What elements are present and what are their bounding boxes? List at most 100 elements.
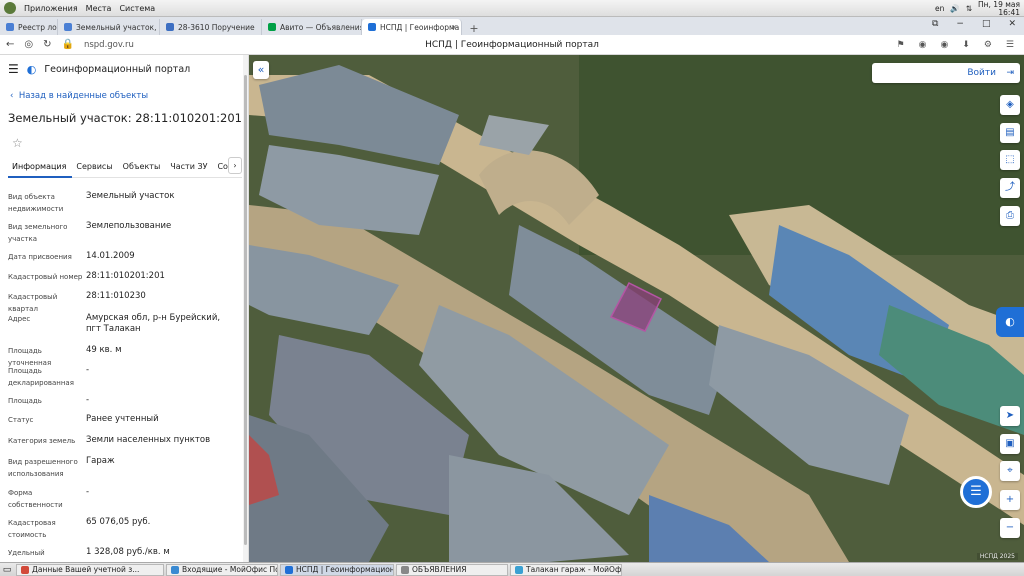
- favorite-star-icon[interactable]: ☆: [12, 136, 23, 150]
- assistant-button[interactable]: ◐: [996, 307, 1024, 337]
- network-icon[interactable]: ⇅: [966, 4, 972, 13]
- taskbar-item[interactable]: Талакан гараж - МойОфис: [510, 563, 622, 576]
- locate-button[interactable]: ➤: [1000, 406, 1020, 426]
- browser-tab-bar: Реестр лотов Земельный участок, п 28-361…: [0, 17, 1024, 35]
- tab-parts[interactable]: Части ЗУ: [166, 161, 213, 178]
- extension-icon[interactable]: ◉: [919, 40, 927, 50]
- new-tab-button[interactable]: +: [466, 22, 482, 35]
- select-area-button[interactable]: ⬚: [1000, 150, 1020, 170]
- taskbar-item[interactable]: ОБЪЯВЛЕНИЯ: [396, 563, 508, 576]
- tab-poruchenie[interactable]: 28-3610 Поручение: [160, 19, 262, 35]
- property-value: 14.01.2009: [86, 251, 135, 261]
- extensions-icon[interactable]: ⚙: [984, 40, 992, 50]
- assistant-icon: ◐: [1005, 315, 1015, 328]
- maximize-icon[interactable]: □: [982, 19, 991, 29]
- shield-icon[interactable]: ◎: [24, 39, 33, 50]
- clock[interactable]: Пн, 19 мая 16:41: [978, 0, 1020, 17]
- download-icon[interactable]: ⬇: [962, 40, 970, 50]
- search-list-fab[interactable]: ☰: [960, 476, 992, 508]
- tab-favicon: [166, 23, 174, 31]
- property-value: 49 кв. м: [86, 345, 122, 355]
- tab-zemelny[interactable]: Земельный участок, п: [58, 19, 160, 35]
- tab-avito[interactable]: Авито — Объявления: [262, 19, 362, 35]
- geo-button[interactable]: ⌖: [1000, 461, 1020, 481]
- property-value: Земельный участок: [86, 191, 175, 201]
- tab-reestr[interactable]: Реестр лотов: [0, 19, 58, 35]
- print-icon: ⎙: [1006, 210, 1014, 221]
- url-text[interactable]: nspd.gov.ru: [84, 40, 134, 50]
- tab-label: Земельный участок, п: [76, 22, 160, 32]
- minus-icon: −: [1005, 522, 1015, 533]
- task-icon: [515, 565, 523, 574]
- language-indicator[interactable]: en: [935, 4, 944, 13]
- hamburger-icon[interactable]: ☰: [8, 62, 19, 76]
- print-button[interactable]: ⎙: [1000, 206, 1020, 226]
- login-button[interactable]: Войти ⇥: [872, 63, 1020, 83]
- property-key: Кадастровый квартал: [8, 293, 58, 313]
- map-view[interactable]: « Войти ⇥ ◈ ▤ ⬚ ⤴ ⎙ ◐ ➤ ▣ ⌖ + − ☰ НСПД 2…: [249, 55, 1024, 562]
- pin-icon: ⌖: [1007, 465, 1013, 476]
- tab-label: 28-3610 Поручение: [178, 22, 255, 32]
- basemap-button[interactable]: ▣: [1000, 434, 1020, 454]
- layers-button[interactable]: ◈: [1000, 95, 1020, 115]
- os-top-bar: Приложения Места Система en 🔊 ⇅ Пн, 19 м…: [0, 0, 1024, 17]
- window-controls: ⧉ − □ ✕: [932, 19, 1016, 29]
- login-label: Войти: [967, 68, 996, 78]
- volume-icon[interactable]: 🔊: [950, 4, 959, 13]
- panel-header: ☰ ◐ Геоинформационный портал: [0, 55, 248, 83]
- property-key: Форма собственности: [8, 489, 63, 509]
- legend-icon: ▤: [1005, 127, 1015, 138]
- map-copyright: НСПД 2025: [976, 553, 1018, 560]
- os-menu-system[interactable]: Система: [119, 4, 155, 13]
- share-button[interactable]: ⤴: [1000, 178, 1020, 198]
- object-title: Земельный участок: 28:11:010201:201: [8, 111, 242, 125]
- os-menu: Приложения Места Система: [0, 2, 155, 14]
- taskbar-item[interactable]: Данные Вашей учетной з...: [16, 563, 164, 576]
- tab-information[interactable]: Информация: [8, 161, 73, 178]
- window-tabs-icon[interactable]: ⧉: [932, 19, 938, 29]
- property-value: Земли населенных пунктов: [86, 435, 211, 445]
- task-icon: [285, 565, 293, 574]
- taskbar-item[interactable]: Входящие - МойОфис По...: [166, 563, 278, 576]
- property-value: -: [86, 487, 90, 497]
- zoom-out-button[interactable]: −: [1000, 518, 1020, 538]
- close-window-icon[interactable]: ✕: [1008, 19, 1016, 29]
- legend-button[interactable]: ▤: [1000, 123, 1020, 143]
- os-menu-apps[interactable]: Приложения: [24, 4, 78, 13]
- taskbar-item[interactable]: НСПД | Геоинформацион...: [280, 563, 394, 576]
- property-key: Вид объекта недвижимости: [8, 193, 64, 213]
- property-key: Площадь декларированная: [8, 367, 74, 387]
- clock-time: 16:41: [998, 7, 1020, 17]
- share-icon: ⤴: [1005, 182, 1015, 193]
- tab-nspd[interactable]: НСПД | Геоинформа ✕: [362, 19, 462, 35]
- task-icon: [401, 565, 409, 574]
- zoom-in-button[interactable]: +: [1000, 490, 1020, 510]
- os-menu-places[interactable]: Места: [86, 4, 112, 13]
- property-key: Кадастровая стоимость: [8, 519, 56, 539]
- property-value: Землепользование: [86, 221, 172, 231]
- tabs-scroll-right-icon[interactable]: ›: [228, 157, 242, 174]
- back-arrow-icon[interactable]: ←: [6, 39, 14, 50]
- property-value: Гараж: [86, 456, 115, 466]
- os-logo-icon[interactable]: [4, 2, 16, 14]
- menu-icon[interactable]: ☰: [1006, 40, 1014, 50]
- task-icon: [171, 565, 179, 574]
- bookmark-icon[interactable]: ⚑: [897, 40, 905, 50]
- reload-icon[interactable]: ↻: [43, 39, 51, 50]
- back-to-results-link[interactable]: ‹ Назад в найденные объекты: [10, 91, 148, 101]
- property-value: 28:11:010201:201: [86, 271, 165, 281]
- property-key: Кадастровый номер: [8, 273, 83, 281]
- collapse-panel-button[interactable]: «: [253, 61, 269, 79]
- show-desktop-icon[interactable]: ▭: [0, 565, 14, 575]
- list-icon: ☰: [970, 484, 982, 499]
- tab-label: НСПД | Геоинформа: [380, 22, 460, 32]
- extension-icon[interactable]: ◉: [940, 40, 948, 50]
- panel-scrollbar[interactable]: [243, 55, 248, 562]
- tab-services[interactable]: Сервисы: [72, 161, 118, 178]
- scrollbar-thumb[interactable]: [244, 75, 247, 545]
- portal-name[interactable]: Геоинформационный портал: [44, 64, 190, 75]
- minimize-icon[interactable]: −: [956, 19, 964, 29]
- tab-objects[interactable]: Объекты: [119, 161, 167, 178]
- property-key: Вид разрешенного использования: [8, 458, 78, 478]
- close-tab-icon[interactable]: ✕: [451, 23, 457, 32]
